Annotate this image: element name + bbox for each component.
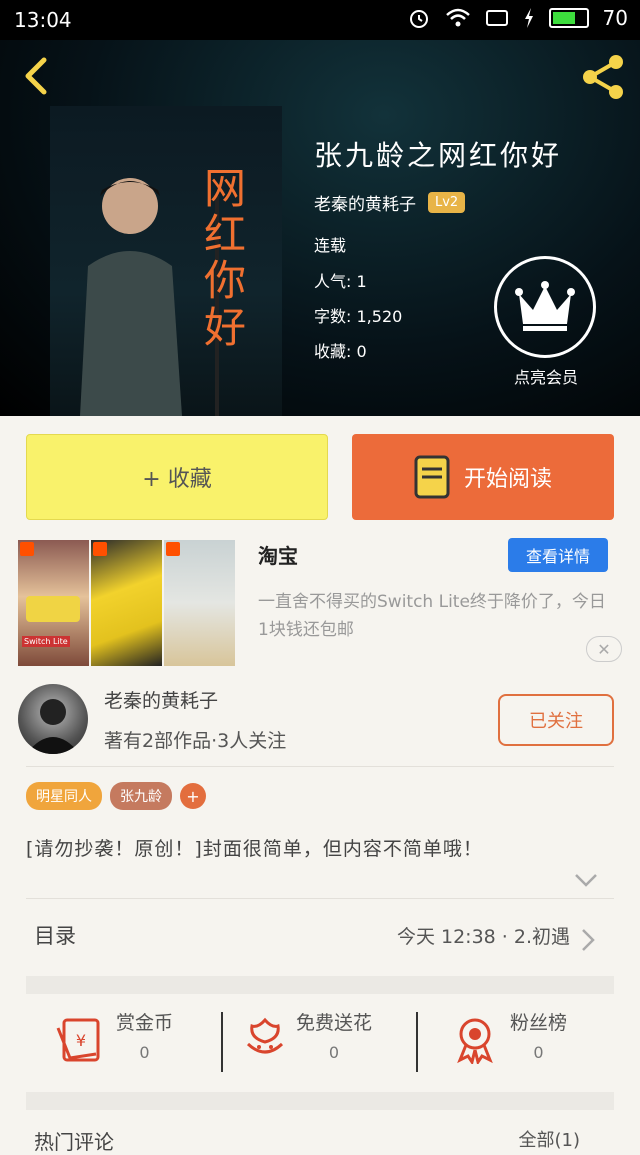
ad-thumbnail[interactable]: Switch Lite [18, 540, 89, 666]
chevron-down-icon[interactable] [574, 872, 598, 888]
book-popularity: 人气: 1 [314, 268, 367, 292]
cover-char: 网 [203, 164, 246, 213]
favorites-value: 0 [356, 342, 367, 361]
taobao-icon [20, 542, 34, 556]
award-ribbon-icon [457, 1018, 493, 1064]
popularity-label: 人气: [314, 272, 352, 291]
crown-icon [515, 281, 575, 331]
ad-detail-button[interactable]: 查看详情 [508, 538, 608, 572]
alarm-icon [409, 10, 428, 28]
svg-text:¥: ¥ [76, 1031, 86, 1050]
section-separator [26, 976, 614, 994]
toc-label[interactable]: 目录 [34, 920, 76, 950]
status-bar: 13:04 70 [0, 0, 640, 40]
tag-item[interactable]: 明星同人 [26, 782, 102, 810]
red-envelope-icon: ¥ [56, 1018, 100, 1062]
battery-fill [552, 12, 575, 24]
cover-char: 红 [203, 210, 246, 260]
taobao-icon [166, 542, 180, 556]
book-author-row: 老秦的黄耗子 Lv2 [314, 190, 466, 215]
back-icon[interactable] [18, 56, 58, 96]
divider [221, 1012, 223, 1072]
taobao-icon [93, 542, 107, 556]
all-comments-link[interactable]: 全部(1) [519, 1126, 581, 1152]
author-name[interactable]: 老秦的黄耗子 [104, 686, 218, 713]
book-favorites: 收藏: 0 [314, 338, 367, 362]
word-count-value: 1,520 [356, 307, 403, 326]
stat-value: 0 [139, 1043, 150, 1062]
book-icon [414, 455, 450, 499]
share-icon[interactable] [578, 52, 628, 102]
book-intro: [请勿抄袭！原创！]封面很简单，但内容不简单哦！ [26, 838, 483, 860]
ad-close-button[interactable]: ✕ [586, 636, 622, 662]
add-favorite-button[interactable]: + 收藏 [26, 434, 328, 520]
coin-reward-button[interactable]: ¥ 赏金币 0 [56, 1008, 173, 1078]
start-reading-button[interactable]: 开始阅读 [352, 434, 614, 520]
tag-list: 明星同人 张九龄 + [26, 782, 206, 810]
vip-button[interactable] [494, 256, 596, 358]
favorites-label: 收藏: [314, 342, 352, 361]
word-count-label: 字数: [314, 307, 352, 326]
battery-icon [548, 8, 589, 28]
cover-char: 好 [203, 302, 246, 352]
popularity-value: 1 [356, 272, 367, 291]
start-reading-label: 开始阅读 [463, 467, 552, 492]
book-title: 张九龄之网红你好 [314, 139, 563, 172]
add-tag-button[interactable]: + [180, 783, 206, 809]
vip-label: 点亮会员 [513, 368, 578, 387]
ad-description[interactable]: 一直舍不得买的Switch Lite终于降价了，今日1块钱还包邮 [258, 588, 608, 644]
divider [416, 1012, 418, 1072]
wifi-icon [445, 8, 470, 27]
ad-thumbnail[interactable] [91, 540, 162, 666]
divider [26, 766, 614, 767]
section-separator [26, 1092, 614, 1110]
chevron-right-icon[interactable] [580, 928, 596, 952]
battery-percent: 70 [602, 6, 628, 30]
author-avatar[interactable] [18, 684, 88, 754]
avatar-silhouette [26, 699, 80, 754]
book-word-count: 字数: 1,520 [314, 303, 402, 327]
book-cover: 网 红 你 好 [50, 106, 282, 416]
stat-label: 赏金币 [116, 1012, 174, 1034]
divider [26, 898, 614, 899]
stat-label: 免费送花 [296, 1012, 373, 1034]
author-summary: 著有2部作品·3人关注 [104, 730, 287, 752]
flower-icon [246, 1017, 284, 1054]
book-header: 网 红 你 好 张九龄之网红你好 老秦的黄耗子 Lv2 连载 人气: 1 字数:… [0, 40, 640, 416]
status-time: 13:04 [14, 8, 72, 32]
hot-comments-label: 热门评论 [34, 1130, 114, 1154]
ad-thumb-caption: Switch Lite [22, 636, 70, 647]
status-icons: 70 [407, 6, 628, 30]
charging-icon [524, 8, 533, 28]
stat-value: 0 [533, 1043, 544, 1062]
cover-portrait [80, 178, 182, 416]
toc-latest-chapter[interactable]: 今天 12:38 · 2.初遇 [397, 922, 570, 949]
ad-thumbnail[interactable] [164, 540, 235, 666]
ad-source: 淘宝 [258, 544, 298, 568]
ad-thumbnails[interactable]: Switch Lite [18, 540, 235, 666]
cover-title: 网 红 你 好 [180, 164, 270, 352]
tag-item[interactable]: 张九龄 [110, 782, 172, 810]
book-author[interactable]: 老秦的黄耗子 [314, 190, 416, 215]
cast-icon [485, 10, 508, 26]
cover-char: 你 [203, 256, 246, 306]
stat-label: 粉丝榜 [510, 1012, 568, 1034]
switch-lite-image [26, 596, 80, 622]
fan-ranking-button[interactable]: 粉丝榜 0 [450, 1008, 567, 1078]
send-flower-button[interactable]: 免费送花 0 [240, 1008, 372, 1078]
level-badge: Lv2 [428, 192, 466, 213]
stat-value: 0 [328, 1043, 340, 1062]
follow-button[interactable]: 已关注 [498, 694, 614, 746]
book-status: 连载 [314, 236, 347, 255]
